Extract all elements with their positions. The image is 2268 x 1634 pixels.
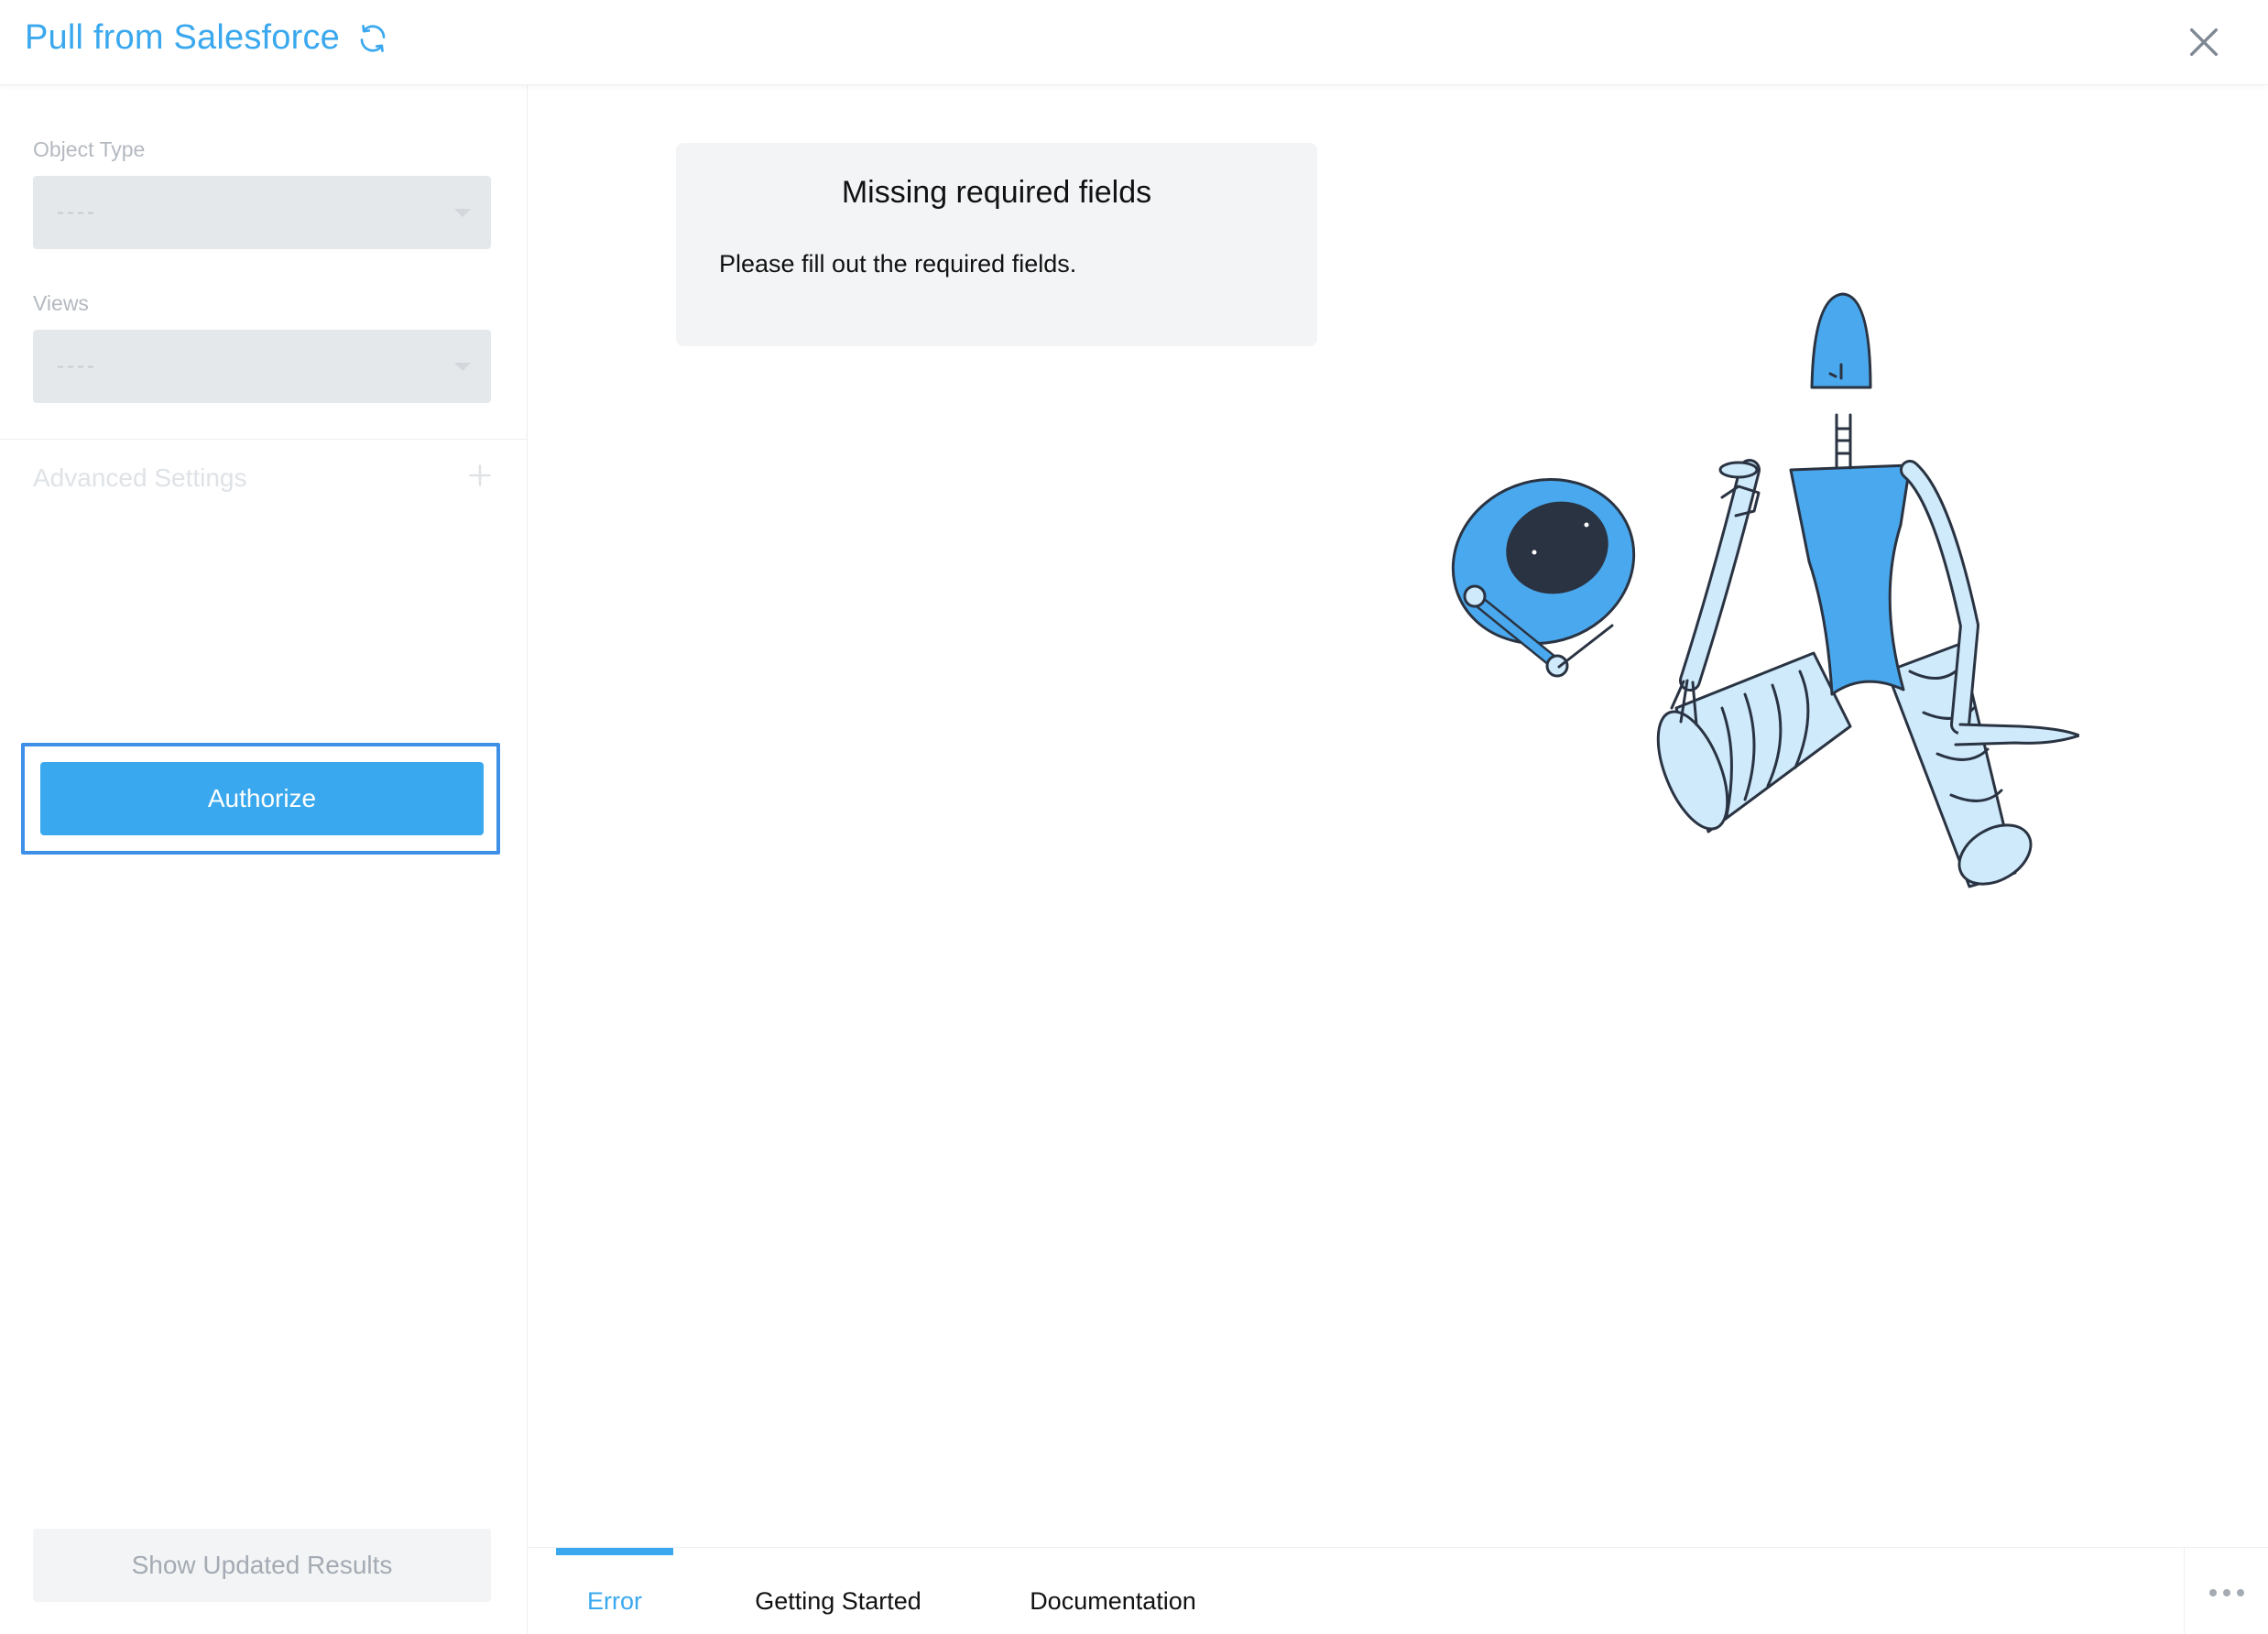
header-bar: Pull from Salesforce (0, 0, 2268, 85)
chevron-down-icon (454, 209, 471, 217)
views-value: ---- (57, 354, 97, 378)
chevron-down-icon (454, 363, 471, 371)
tab-label: Documentation (1030, 1587, 1196, 1615)
sidebar: Object Type ---- Views ---- Advanced Set… (0, 85, 528, 1634)
app-window: Pull from Salesforce Object Type ---- Vi… (0, 0, 2268, 1634)
more-options-icon[interactable] (2208, 1588, 2245, 1597)
plus-icon[interactable] (467, 463, 493, 488)
more-menu[interactable] (2184, 1548, 2268, 1634)
error-card: Missing required fields Please fill out … (676, 143, 1317, 346)
tab-documentation[interactable]: Documentation (1012, 1548, 1214, 1634)
tab-label: Error (587, 1587, 642, 1615)
object-type-label: Object Type (33, 137, 146, 161)
bottom-tab-bar: Error Getting Started Documentation (529, 1547, 2268, 1634)
close-icon[interactable] (2186, 24, 2222, 60)
broken-robot-illustration (1451, 292, 2079, 888)
refresh-icon[interactable] (356, 22, 389, 55)
object-type-select[interactable]: ---- (33, 176, 491, 249)
page-title: Pull from Salesforce (25, 18, 341, 57)
views-label: Views (33, 291, 89, 315)
tab-label: Getting Started (755, 1587, 921, 1615)
main-panel: Missing required fields Please fill out … (529, 85, 2268, 1547)
title-group: Pull from Salesforce (25, 18, 389, 58)
object-type-value: ---- (57, 200, 97, 224)
error-message: Please fill out the required fields. (719, 250, 1077, 278)
views-select[interactable]: ---- (33, 330, 491, 403)
tab-getting-started[interactable]: Getting Started (728, 1548, 948, 1634)
advanced-settings-toggle[interactable]: Advanced Settings (33, 463, 247, 493)
section-divider (0, 439, 528, 440)
tab-error[interactable]: Error (556, 1548, 673, 1634)
show-updated-results-button[interactable]: Show Updated Results (33, 1529, 491, 1602)
authorize-button[interactable]: Authorize (40, 762, 484, 835)
error-title: Missing required fields (841, 175, 1152, 210)
